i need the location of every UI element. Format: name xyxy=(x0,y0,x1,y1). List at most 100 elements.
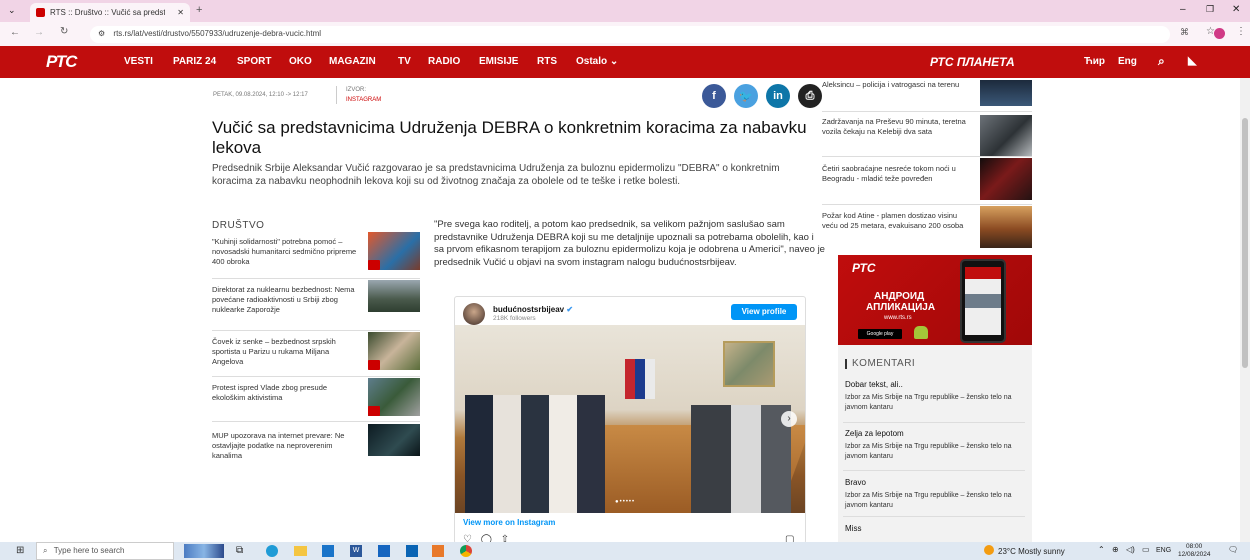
url-input[interactable]: ⚙ rts.rs/lat/vesti/drustvo/5507933/udruz… xyxy=(90,26,1170,43)
view-more-link[interactable]: View more on Instagram xyxy=(463,518,555,527)
news-thumb[interactable] xyxy=(980,115,1032,157)
back-icon[interactable]: ← xyxy=(10,27,20,38)
url-text: rts.rs/lat/vesti/drustvo/5507933/udruzen… xyxy=(113,29,322,38)
comment-item[interactable]: Dobar tekst, ali.. Izbor za Mis Srbije n… xyxy=(845,380,1025,413)
browser-tab[interactable]: RTS :: Društvo :: Vučić sa predst ✕ xyxy=(30,3,190,22)
tray-chevron-icon[interactable]: ⌃ xyxy=(1098,545,1105,554)
profile-avatar[interactable] xyxy=(1214,28,1225,39)
site-info-icon[interactable]: ⚙ xyxy=(98,29,105,38)
instagram-avatar[interactable] xyxy=(463,303,485,325)
nav-oko[interactable]: OKO xyxy=(289,56,312,67)
nav-vesti[interactable]: VESTI xyxy=(124,56,153,67)
edge-icon[interactable] xyxy=(266,545,278,557)
network-icon[interactable]: ⊕ xyxy=(1112,545,1119,554)
favicon-icon xyxy=(36,8,45,17)
scrollbar-thumb[interactable] xyxy=(1242,118,1248,368)
explorer-icon[interactable] xyxy=(294,546,307,556)
task-view-icon[interactable]: ⧉ xyxy=(236,545,243,556)
battery-icon[interactable]: ▭ xyxy=(1142,545,1150,554)
related-thumb[interactable] xyxy=(368,332,420,370)
news-item[interactable]: Požar kod Atine - plamen dostizao visinu… xyxy=(822,211,972,231)
new-tab-icon[interactable]: + xyxy=(196,4,202,16)
nav-pariz24[interactable]: PARIZ 24 xyxy=(173,56,216,67)
android-app-ad[interactable]: РТС АНДРОИД АПЛИКАЦИЈА www.rts.rs Google… xyxy=(838,255,1032,345)
nav-english[interactable]: Eng xyxy=(1118,56,1137,67)
related-thumb[interactable] xyxy=(368,424,420,456)
weather-text[interactable]: 23°C Mostly sunny xyxy=(998,547,1065,556)
restore-icon[interactable]: ❐ xyxy=(1206,4,1214,15)
office-icon[interactable] xyxy=(432,545,444,557)
tab-title: RTS :: Društvo :: Vučić sa predst xyxy=(50,8,165,17)
related-item[interactable]: Čovek iz senke – bezbednost srpskih spor… xyxy=(212,337,362,367)
widgets-icon[interactable] xyxy=(184,544,224,558)
comment-item[interactable]: Zelja za lepotom Izbor za Mis Srbije na … xyxy=(845,429,1025,462)
source-link[interactable]: INSTAGRAM xyxy=(346,97,381,103)
rss-icon[interactable]: ◣ xyxy=(1188,54,1196,67)
nav-ostalo[interactable]: Ostalo ⌄ xyxy=(576,56,618,67)
android-icon xyxy=(914,326,928,339)
mail-icon[interactable] xyxy=(406,545,418,557)
nav-magazin[interactable]: MAGAZIN xyxy=(329,56,376,67)
notifications-icon[interactable]: 🗨 xyxy=(1228,545,1238,554)
person-group-left xyxy=(465,395,605,513)
page-scrollbar[interactable] xyxy=(1240,78,1250,542)
news-item[interactable]: Zadržavanja na Preševu 90 minuta, teretn… xyxy=(822,117,972,137)
nav-radio[interactable]: RADIO xyxy=(428,56,460,67)
facebook-share-icon[interactable]: f xyxy=(702,84,726,108)
print-icon[interactable]: ⎙ xyxy=(798,84,822,108)
taskbar-search[interactable]: ⌕ Type here to search xyxy=(36,542,174,560)
article-date: PETAK, 09.08.2024, 12:10 -> 12:17 xyxy=(213,92,308,98)
google-play-badge[interactable]: Google play xyxy=(858,329,902,339)
word-icon[interactable]: W xyxy=(350,545,362,557)
tab-close-icon[interactable]: ✕ xyxy=(177,8,184,17)
search-icon[interactable]: ⌕ xyxy=(1158,54,1165,69)
related-item[interactable]: Direktorat za nuklearnu bezbednost: Nema… xyxy=(212,285,362,315)
minimize-icon[interactable]: – xyxy=(1180,4,1186,15)
windows-start-icon[interactable]: ⊞ xyxy=(16,545,24,556)
window-close-icon[interactable]: ✕ xyxy=(1232,4,1240,15)
comment-item[interactable]: Bravo Izbor za Mis Srbije na Trgu republ… xyxy=(845,478,1025,511)
comment-item[interactable]: Miss xyxy=(845,524,1025,533)
view-profile-button[interactable]: View profile xyxy=(731,304,797,320)
news-item[interactable]: Aleksincu – policija i vatrogasci na ter… xyxy=(822,80,972,90)
news-thumb[interactable] xyxy=(980,206,1032,248)
related-thumb[interactable] xyxy=(368,232,420,270)
news-thumb[interactable] xyxy=(980,158,1032,200)
news-item[interactable]: Četiri saobraćajne nesreće tokom noći u … xyxy=(822,164,972,184)
news-thumb[interactable] xyxy=(980,80,1032,106)
nav-tv[interactable]: TV xyxy=(398,56,411,67)
twitter-share-icon[interactable]: 🐦 xyxy=(734,84,758,108)
translate-icon[interactable]: ⌘ xyxy=(1180,27,1189,38)
linkedin-share-icon[interactable]: in xyxy=(766,84,790,108)
nav-emisije[interactable]: EMISIJE xyxy=(479,56,518,67)
clock-time[interactable]: 08:00 xyxy=(1186,543,1202,550)
menu-kebab-icon[interactable]: ⋮ xyxy=(1236,26,1246,37)
nav-cyrillic[interactable]: Ћир xyxy=(1084,56,1105,67)
instagram-account[interactable]: budućnostsrbijeav ✔ xyxy=(493,305,573,314)
related-item[interactable]: Protest ispred Vlade zbog presude ekološ… xyxy=(212,383,362,403)
weather-icon[interactable] xyxy=(984,545,994,555)
clock-date[interactable]: 12/08/2024 xyxy=(1178,551,1211,558)
related-item[interactable]: MUP upozorava na internet prevare: Ne os… xyxy=(212,431,362,461)
store-icon[interactable] xyxy=(322,545,334,557)
rts-planeta-logo[interactable]: РТС ПЛАНЕТА xyxy=(930,55,1015,69)
meta-divider xyxy=(336,86,337,104)
instagram-photo[interactable]: › ●••••• xyxy=(455,325,805,513)
windows-taskbar: ⊞ ⌕ Type here to search ⧉ W 23°C Mostly … xyxy=(0,542,1250,560)
nav-sport[interactable]: SPORT xyxy=(237,56,271,67)
related-item-text: MUP upozorava na internet prevare: Ne os… xyxy=(212,431,345,460)
nav-rts[interactable]: RTS xyxy=(537,56,557,67)
comment-title: Dobar tekst, ali.. xyxy=(845,380,903,389)
tab-list-icon[interactable]: ⌄ xyxy=(8,5,16,16)
rts-logo[interactable]: РТС xyxy=(46,52,77,72)
forward-icon[interactable]: → xyxy=(34,27,44,38)
carousel-next-icon[interactable]: › xyxy=(781,411,797,427)
chrome-icon[interactable] xyxy=(460,545,472,557)
related-thumb[interactable] xyxy=(368,280,420,312)
reload-icon[interactable]: ↻ xyxy=(60,26,68,37)
related-thumb[interactable] xyxy=(368,378,420,416)
outlook-icon[interactable] xyxy=(378,545,390,557)
related-item[interactable]: "Kuhinji solidarnosti" potrebna pomoć – … xyxy=(212,237,362,267)
language-indicator[interactable]: ENG xyxy=(1156,547,1171,554)
volume-icon[interactable]: ◁) xyxy=(1126,545,1135,554)
